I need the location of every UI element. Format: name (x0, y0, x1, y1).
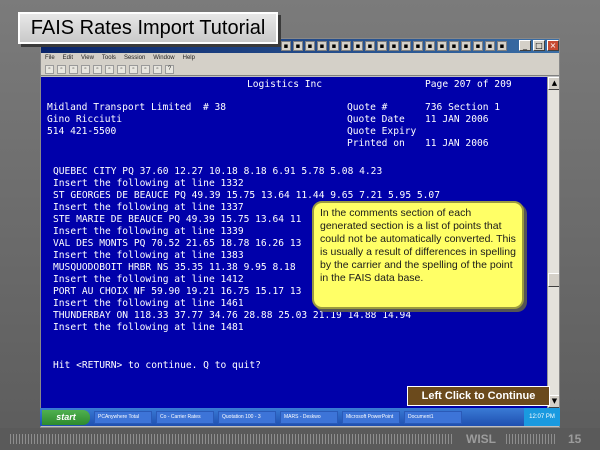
printed-on-label: Printed on (347, 138, 405, 149)
system-clock: 12:07 PM (524, 408, 560, 426)
terminal-row: PORT AU CHOIX NF 59.90 19.21 16.75 15.17… (53, 286, 302, 297)
tool-icon[interactable]: ▪ (389, 41, 399, 51)
tool-icon[interactable]: ▪ (281, 41, 291, 51)
menu-window[interactable]: Window (153, 53, 174, 64)
tool-icon[interactable]: ▪ (353, 41, 363, 51)
tutorial-callout: In the comments section of each generate… (312, 201, 524, 309)
tool-icon[interactable]: ▪ (293, 41, 303, 51)
taskbar-item[interactable]: Document1 (404, 410, 462, 424)
tool-icon[interactable]: ▪ (305, 41, 315, 51)
tool-icon[interactable]: ▪ (497, 41, 507, 51)
tool-icon[interactable]: ▪ (449, 41, 459, 51)
menu-session[interactable]: Session (124, 53, 145, 64)
menu-edit[interactable]: Edit (63, 53, 73, 64)
minimize-icon[interactable]: _ (519, 40, 531, 51)
terminal-row: THUNDERBAY ON 118.33 37.77 34.76 28.88 2… (53, 310, 412, 321)
continue-button[interactable]: Left Click to Continue (407, 386, 550, 406)
tool-icon[interactable]: ▪ (461, 41, 471, 51)
contact-name: Gino Ricciuti (47, 114, 123, 125)
taskbar-item[interactable]: Microsoft PowerPoint (342, 410, 400, 424)
quote-date-label: Quote Date (347, 114, 405, 125)
terminal-prompt: Hit <RETURN> to continue. Q to quit? (53, 360, 261, 371)
undo-icon[interactable]: ▫ (141, 65, 150, 74)
phone-number: 514 421-5500 (47, 126, 117, 137)
tool-icon[interactable]: ▪ (341, 41, 351, 51)
printed-on-value: 11 JAN 2006 (425, 138, 489, 149)
tool-icon[interactable]: ▪ (317, 41, 327, 51)
window-controls: _ □ × (519, 40, 559, 51)
scroll-up-icon[interactable]: ▲ (548, 77, 559, 90)
save-icon[interactable]: ▫ (69, 65, 78, 74)
menu-view[interactable]: View (81, 53, 94, 64)
paste-icon[interactable]: ▫ (117, 65, 126, 74)
redo-icon[interactable]: ▫ (153, 65, 162, 74)
menu-file[interactable]: File (45, 53, 55, 64)
terminal-row: VAL DES MONTS PQ 70.52 21.65 18.78 16.26… (53, 238, 302, 249)
scroll-thumb[interactable] (548, 273, 559, 287)
terminal-row: Insert the following at line 1339 (53, 226, 244, 237)
menu-bar: File Edit View Tools Session Window Help (41, 53, 559, 64)
terminal-row: Insert the following at line 1332 (53, 178, 244, 189)
maximize-icon[interactable]: □ (533, 40, 545, 51)
start-button[interactable]: start (42, 409, 90, 425)
tool-icon[interactable]: ▪ (473, 41, 483, 51)
taskbar-item[interactable]: MARS - Deskwo (280, 410, 338, 424)
terminal-row: Insert the following at line 1412 (53, 274, 244, 285)
footer-barcode-right (506, 434, 556, 444)
customer-name: Midland Transport Limited # 38 (47, 102, 227, 113)
open-icon[interactable]: ▫ (57, 65, 66, 74)
terminal-row: Insert the following at line 1461 (53, 298, 244, 309)
tool-icon[interactable]: ▪ (329, 41, 339, 51)
terminal-row: STE MARIE DE BEAUCE PQ 49.39 15.75 13.64… (53, 214, 302, 225)
quote-expiry-label: Quote Expiry (347, 126, 417, 137)
quote-no-value: 736 Section 1 (425, 102, 501, 113)
tool-icon[interactable]: ▪ (437, 41, 447, 51)
slide-title: FAIS Rates Import Tutorial (18, 12, 278, 44)
taskbar: start PCAnywhere Total Co - Carrier Rate… (40, 408, 560, 426)
page-info: Page 207 of 209 (425, 79, 512, 90)
footer-barcode-left (10, 434, 454, 444)
vertical-scrollbar[interactable]: ▲ ▼ (547, 77, 559, 408)
slide-footer: WISL 15 (0, 428, 600, 450)
terminal-row: Insert the following at line 1337 (53, 202, 244, 213)
page-number: 15 (568, 432, 582, 446)
menu-help[interactable]: Help (183, 53, 195, 64)
tool-icon[interactable]: ▪ (485, 41, 495, 51)
quote-no-label: Quote # (347, 102, 388, 113)
tool-icon[interactable]: ▪ (377, 41, 387, 51)
tool-icon[interactable]: ▪ (425, 41, 435, 51)
taskbar-item[interactable]: Quotation 100 - 3 (218, 410, 276, 424)
tool-icon[interactable]: ▪ (365, 41, 375, 51)
copy-icon[interactable]: ▫ (105, 65, 114, 74)
footer-org: WISL (466, 432, 496, 446)
toolbar: ▫ ▫ ▫ ▫ ▫ ▫ ▫ ▫ ▫ ▫ ? (41, 64, 559, 76)
print-icon[interactable]: ▫ (81, 65, 90, 74)
taskbar-item[interactable]: PCAnywhere Total (94, 410, 152, 424)
tool-icon[interactable]: ▪ (413, 41, 423, 51)
terminal-row: QUEBEC CITY PQ 37.60 12.27 10.18 8.18 6.… (53, 166, 383, 177)
find-icon[interactable]: ▫ (129, 65, 138, 74)
title-toolbar: ▪ ▪ ▪ ▪ ▪ ▪ ▪ ▪ ▪ ▪ ▪ ▪ ▪ ▪ ▪ ▪ ▪ ▪ ▪ (281, 41, 507, 52)
company-name: Logistics Inc (247, 79, 323, 90)
terminal-row: Insert the following at line 1481 (53, 322, 244, 333)
terminal-row: Insert the following at line 1383 (53, 250, 244, 261)
close-icon[interactable]: × (547, 40, 559, 51)
terminal-row: ST GEORGES DE BEAUCE PQ 49.39 15.75 13.6… (53, 190, 440, 201)
cut-icon[interactable]: ▫ (93, 65, 102, 74)
taskbar-item[interactable]: Co - Carrier Rates (156, 410, 214, 424)
terminal-row: MUSQUODOBOIT HRBR NS 35.35 11.38 9.95 8.… (53, 262, 296, 273)
help-icon[interactable]: ? (165, 65, 174, 74)
quote-date-value: 11 JAN 2006 (425, 114, 489, 125)
menu-tools[interactable]: Tools (102, 53, 116, 64)
new-icon[interactable]: ▫ (45, 65, 54, 74)
tool-icon[interactable]: ▪ (401, 41, 411, 51)
